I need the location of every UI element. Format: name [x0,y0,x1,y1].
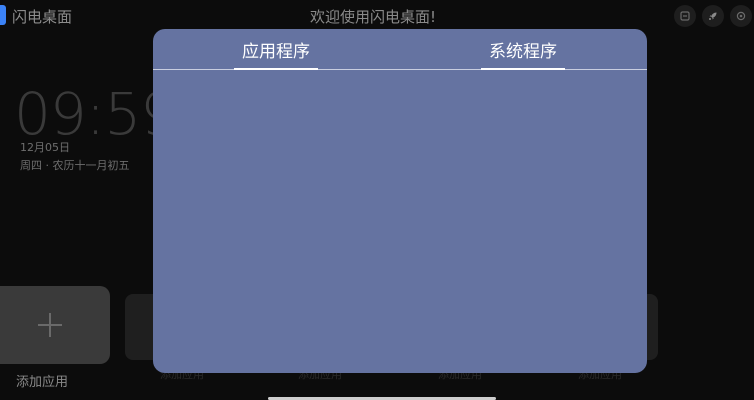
tab-label: 应用程序 [242,42,310,62]
rocket-icon[interactable] [702,5,724,27]
top-bar: 闪电桌面 欢迎使用闪电桌面! [0,0,754,32]
minimize-icon[interactable] [674,5,696,27]
welcome-text: 欢迎使用闪电桌面! [309,8,436,26]
clock-time: 09:59 [14,80,177,148]
clock-date: 12月05日 [20,141,70,154]
app-picker-dialog: 应用程序 系统程序 [153,29,647,373]
app-list-area[interactable] [153,70,647,373]
tab-system-programs[interactable]: 系统程序 [481,37,565,70]
plus-icon [38,313,62,337]
tab-label: 系统程序 [489,42,557,62]
tab-applications[interactable]: 应用程序 [234,37,318,70]
tab-bar: 应用程序 系统程序 [153,29,647,70]
clock-lunar-date: 周四 · 农历十一月初五 [20,159,130,172]
add-app-button[interactable] [0,286,110,364]
settings-icon[interactable] [730,5,752,27]
add-app-label: 添加应用 [16,375,69,390]
